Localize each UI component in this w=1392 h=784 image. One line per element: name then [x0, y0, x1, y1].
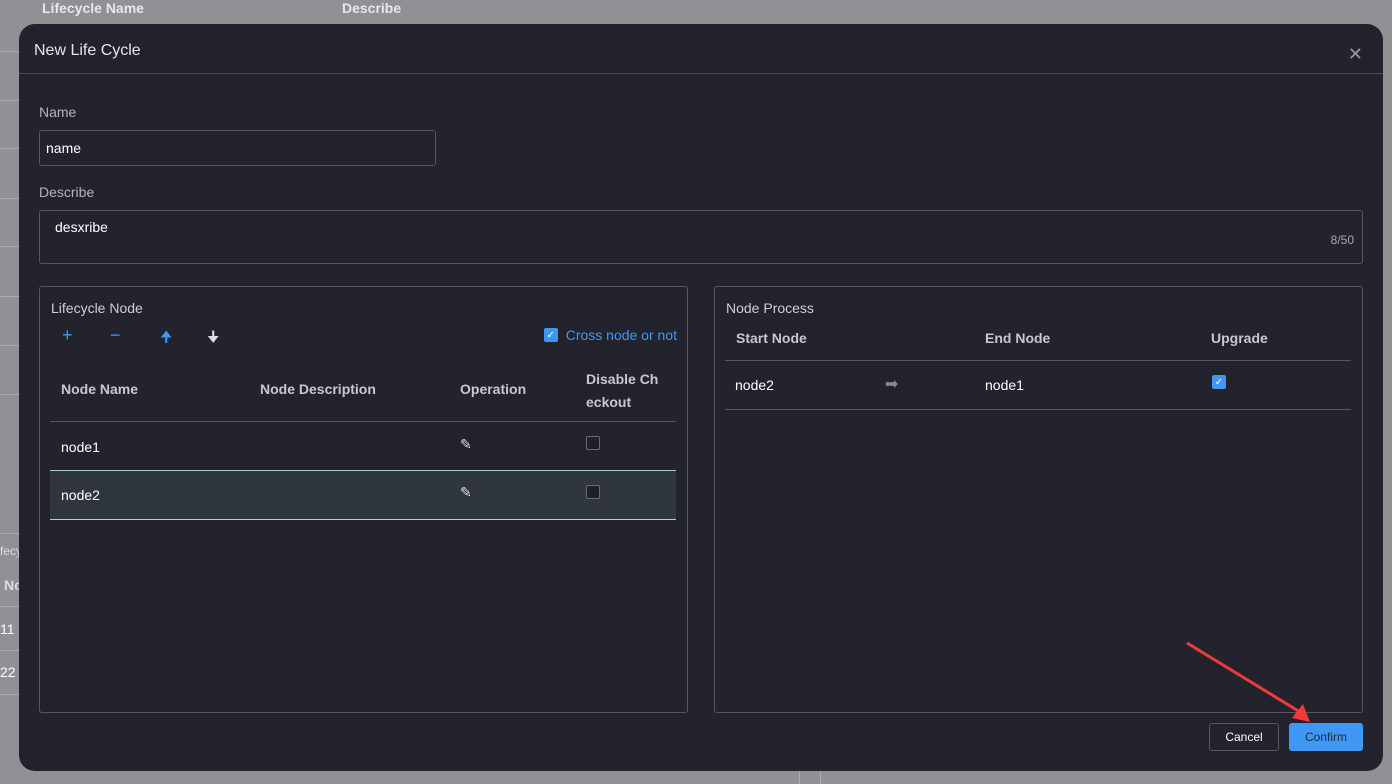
annotation-arrow: [1186, 641, 1310, 722]
